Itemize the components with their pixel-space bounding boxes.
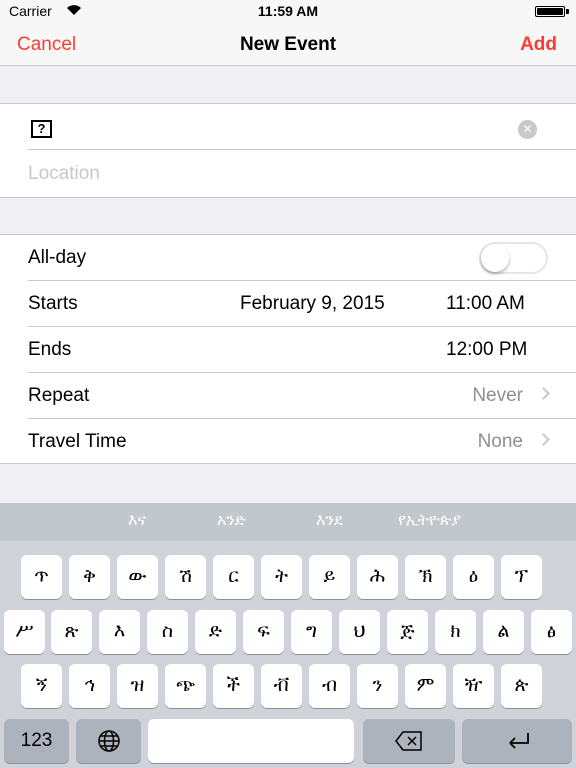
title-field[interactable]: ? ✕ — [0, 104, 576, 150]
keyboard-key[interactable]: ም — [405, 664, 446, 708]
navigation-bar: Cancel New Event Add — [0, 22, 576, 66]
starts-row[interactable]: Starts February 9, 2015 11:00 AM — [0, 281, 576, 327]
title-location-group: ? ✕ Location — [0, 103, 576, 198]
date-time-group: All-day Starts February 9, 2015 11:00 AM… — [0, 234, 576, 464]
repeat-label: Repeat — [28, 385, 90, 406]
keyboard-key[interactable]: ዕ — [453, 555, 494, 599]
numbers-key[interactable]: 123 — [4, 719, 69, 763]
keyboard-key[interactable]: ኝ — [21, 664, 62, 708]
starts-time[interactable]: 11:00 AM — [446, 293, 525, 315]
location-input[interactable]: Location — [28, 163, 100, 185]
ends-label: Ends — [28, 339, 72, 360]
starts-label: Starts — [28, 293, 78, 314]
suggestion-item[interactable]: እና — [128, 512, 146, 530]
keyboard-key[interactable]: ዥ — [453, 664, 494, 708]
keyboard-key[interactable]: ክ — [435, 610, 476, 654]
keyboard-key[interactable]: ይ — [309, 555, 350, 599]
keyboard-key[interactable]: ር — [213, 555, 254, 599]
status-bar: Carrier 11:59 AM — [0, 0, 576, 22]
keyboard-key[interactable]: ዝ — [117, 664, 158, 708]
delete-icon — [395, 731, 422, 751]
page-title: New Event — [239, 34, 337, 55]
keyboard-key[interactable]: ቅ — [69, 555, 110, 599]
return-icon — [509, 733, 529, 749]
keyboard-key[interactable]: ት — [261, 555, 302, 599]
location-field[interactable]: Location — [0, 151, 576, 197]
keyboard-key[interactable]: ጵ — [501, 664, 542, 708]
ends-time[interactable]: 12:00 PM — [446, 339, 527, 361]
all-day-label: All-day — [28, 247, 87, 268]
keyboard-key[interactable]: ኅ — [69, 664, 110, 708]
keyboard-key[interactable]: ሽ — [165, 555, 206, 599]
keyboard-key[interactable]: ል — [483, 610, 524, 654]
keyboard-key[interactable]: ስ — [147, 610, 188, 654]
keyboard-key[interactable]: ጽ — [51, 610, 92, 654]
title-input-text[interactable]: ? — [31, 120, 52, 138]
keyboard-key[interactable]: ብ — [309, 664, 350, 708]
travel-time-row[interactable]: Travel Time None — [0, 419, 576, 465]
keyboard-key[interactable]: ሥ — [4, 610, 45, 654]
travel-time-label: Travel Time — [28, 431, 127, 452]
all-day-row: All-day — [0, 235, 576, 281]
repeat-value: Never — [472, 385, 523, 406]
chevron-right-icon — [537, 433, 550, 446]
suggestion-bar: እና አንድ እንደ የኢትዮጵያ — [0, 503, 576, 541]
chevron-right-icon — [537, 387, 550, 400]
keyboard-key[interactable]: ጥ — [21, 555, 62, 599]
add-button[interactable]: Add — [520, 34, 557, 56]
keyboard-key[interactable]: ግ — [291, 610, 332, 654]
suggestion-item[interactable]: አንድ — [217, 512, 246, 530]
keyboard-key[interactable]: ሕ — [357, 555, 398, 599]
keyboard-key[interactable]: ጅ — [387, 610, 428, 654]
keyboard-key[interactable]: ፅ — [531, 610, 572, 654]
keyboard-key[interactable]: ፍ — [243, 610, 284, 654]
all-day-toggle[interactable] — [479, 242, 548, 274]
return-key[interactable] — [462, 719, 572, 763]
globe-key[interactable] — [76, 719, 141, 763]
keyboard: እና አንድ እንደ የኢትዮጵያ ጥ ቅ ው ሽ ር ት ይ ሕ ኽ ዕ ፕ … — [0, 503, 576, 768]
suggestion-item[interactable]: የኢትዮጵያ — [398, 512, 461, 530]
keyboard-key[interactable]: እ — [99, 610, 140, 654]
keyboard-key[interactable]: ድ — [195, 610, 236, 654]
ends-row[interactable]: Ends 12:00 PM — [0, 327, 576, 373]
status-time: 11:59 AM — [257, 3, 319, 19]
keyboard-key[interactable]: ኽ — [405, 555, 446, 599]
starts-date[interactable]: February 9, 2015 — [240, 293, 385, 315]
keyboard-key[interactable]: ቭ — [261, 664, 302, 708]
keyboard-key[interactable]: ች — [213, 664, 254, 708]
suggestion-item[interactable]: እንደ — [316, 512, 343, 530]
keyboard-key[interactable]: ህ — [339, 610, 380, 654]
keyboard-key[interactable]: ን — [357, 664, 398, 708]
repeat-row[interactable]: Repeat Never — [0, 373, 576, 419]
delete-key[interactable] — [363, 719, 455, 763]
keyboard-key[interactable]: ው — [117, 555, 158, 599]
clear-text-icon[interactable]: ✕ — [518, 120, 537, 139]
battery-icon — [535, 6, 569, 17]
space-bar[interactable] — [148, 719, 354, 763]
keyboard-key[interactable]: ፕ — [501, 555, 542, 599]
keyboard-key[interactable]: ጭ — [165, 664, 206, 708]
travel-time-value: None — [477, 431, 523, 452]
globe-icon — [97, 730, 120, 752]
